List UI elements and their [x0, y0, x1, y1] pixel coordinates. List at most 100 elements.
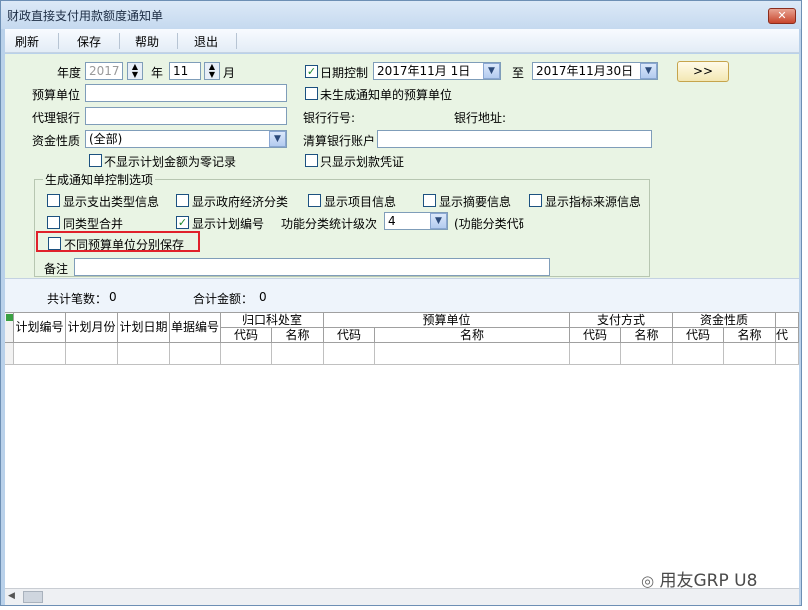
toolbar-separator — [58, 33, 59, 49]
count-label: 共计笔数： — [47, 292, 108, 306]
highlight-box — [36, 231, 200, 252]
table-cell[interactable] — [673, 343, 724, 365]
merge-same-type-label: 同类型合并 — [63, 217, 124, 231]
chevron-down-icon[interactable]: ▼ — [430, 213, 447, 229]
chevron-down-icon[interactable]: ▼ — [640, 63, 657, 79]
col-group-budget-unit[interactable]: 预算单位 — [324, 313, 570, 328]
agent-bank-input[interactable] — [85, 107, 287, 125]
year-input[interactable]: 2017 — [85, 62, 123, 80]
summary-bar: 共计笔数： 0 合计金额： 0 — [5, 278, 799, 312]
toolbar-separator — [119, 33, 120, 49]
total-value: 0 — [259, 290, 267, 304]
wechat-icon: ◎ — [641, 572, 655, 590]
show-gov-econ-checkbox[interactable] — [176, 194, 189, 207]
clearing-account-input[interactable] — [377, 130, 652, 148]
show-indicator-source-checkbox[interactable] — [529, 194, 542, 207]
scroll-left-icon[interactable]: ◀ — [8, 591, 15, 601]
only-transfer-label: 只显示划款凭证 — [320, 155, 405, 169]
table-cell[interactable] — [14, 343, 66, 365]
show-plan-no-label: 显示计划编号 — [192, 217, 265, 231]
help-button[interactable]: 帮助 — [135, 33, 159, 50]
scroll-thumb[interactable] — [23, 591, 43, 603]
refresh-button[interactable]: 刷新 — [15, 33, 39, 50]
func-code-label: (功能分类代码 — [454, 217, 524, 231]
budget-unit-label: 预算单位 — [32, 88, 81, 102]
data-grid: 计划编号 计划月份 计划日期 单据编号 归口科处室 预算单位 支付方式 资金性质… — [5, 312, 799, 588]
window: 财政直接支付用款额度通知单 ✕ 刷新 保存 帮助 退出 年度 2017 ▲ ▼ 年… — [0, 0, 802, 606]
date-control-label: 日期控制 — [320, 66, 369, 80]
options-group-title: 生成通知单控制选项 — [43, 171, 156, 188]
hide-zero-label: 不显示计划金额为零记录 — [104, 155, 237, 169]
table-cell[interactable] — [375, 343, 570, 365]
bank-address-label: 银行地址: — [454, 111, 507, 125]
show-summary-label: 显示摘要信息 — [439, 195, 512, 209]
col-plan-date[interactable]: 计划日期 — [118, 313, 170, 343]
table-cell[interactable] — [221, 343, 272, 365]
show-indicator-source-label: 显示指标来源信息 — [545, 195, 640, 209]
merge-same-type-checkbox[interactable] — [47, 216, 60, 229]
col-group-dept[interactable]: 归口科处室 — [221, 313, 324, 328]
clearing-account-label: 清算银行账户 — [303, 134, 376, 148]
table-cell[interactable] — [170, 343, 221, 365]
show-summary-checkbox[interactable] — [423, 194, 436, 207]
show-gov-econ-label: 显示政府经济分类 — [192, 195, 289, 209]
budget-unit-input[interactable] — [85, 84, 287, 102]
show-project-checkbox[interactable] — [308, 194, 321, 207]
chevron-down-icon[interactable]: ▼ — [483, 63, 500, 79]
query-go-button[interactable]: >> — [677, 61, 729, 82]
table-cell[interactable] — [272, 343, 324, 365]
table-cell[interactable] — [66, 343, 118, 365]
col-unit-code[interactable]: 代码 — [324, 328, 375, 343]
month-spinner[interactable]: ▲ ▼ — [204, 62, 220, 80]
watermark: ◎ 用友GRP U8 — [641, 566, 757, 591]
save-button[interactable]: 保存 — [77, 33, 101, 50]
table-cell[interactable] — [724, 343, 776, 365]
col-unit-name[interactable]: 名称 — [375, 328, 570, 343]
close-button[interactable]: ✕ — [768, 8, 796, 24]
month-input[interactable]: 11 — [169, 62, 201, 80]
agent-bank-label: 代理银行 — [32, 111, 81, 125]
col-group-payment-method[interactable]: 支付方式 — [570, 313, 673, 328]
exit-button[interactable]: 退出 — [194, 33, 218, 50]
count-value: 0 — [109, 290, 117, 304]
title-bar: 财政直接支付用款额度通知单 ✕ — [1, 1, 801, 29]
fund-nature-label: 资金性质 — [32, 134, 81, 148]
date-control-checkbox[interactable]: ✓ — [305, 65, 318, 78]
show-project-label: 显示项目信息 — [324, 195, 397, 209]
col-overflow[interactable]: 代 — [776, 328, 799, 343]
table-cell[interactable] — [324, 343, 375, 365]
col-doc-no[interactable]: 单据编号 — [170, 313, 221, 343]
table-cell[interactable] — [118, 343, 170, 365]
not-generated-label: 未生成通知单的预算单位 — [320, 88, 453, 102]
date-from-picker[interactable]: 2017年11月 1日 — [373, 62, 501, 80]
toolbar-separator — [236, 33, 237, 49]
year-spinner[interactable]: ▲ ▼ — [127, 62, 143, 80]
show-expense-type-label: 显示支出类型信息 — [63, 195, 160, 209]
year-label: 年度 — [57, 66, 82, 80]
month-label: 年 — [151, 66, 164, 80]
col-plan-month[interactable]: 计划月份 — [66, 313, 118, 343]
watermark-text: 用友GRP U8 — [659, 571, 758, 591]
col-plan-no[interactable]: 计划编号 — [14, 313, 66, 343]
to-label: 至 — [512, 66, 525, 80]
table-cell[interactable] — [776, 343, 799, 365]
hide-zero-checkbox[interactable] — [89, 154, 102, 167]
show-plan-no-checkbox[interactable]: ✓ — [176, 216, 189, 229]
col-pay-code[interactable]: 代码 — [570, 328, 621, 343]
chevron-down-icon[interactable]: ▼ — [269, 131, 286, 147]
col-fund-name[interactable]: 名称 — [724, 328, 776, 343]
toolbar-separator — [177, 33, 178, 49]
col-group-fund-nature[interactable]: 资金性质 — [673, 313, 776, 328]
only-transfer-checkbox[interactable] — [305, 154, 318, 167]
col-dept-code[interactable]: 代码 — [221, 328, 272, 343]
not-generated-checkbox[interactable] — [305, 87, 318, 100]
remark-input[interactable] — [74, 258, 550, 276]
total-label: 合计金额： — [193, 292, 254, 306]
show-expense-type-checkbox[interactable] — [47, 194, 60, 207]
col-fund-code[interactable]: 代码 — [673, 328, 724, 343]
table-cell[interactable] — [570, 343, 621, 365]
col-pay-name[interactable]: 名称 — [621, 328, 673, 343]
table-cell[interactable] — [621, 343, 673, 365]
col-dept-name[interactable]: 名称 — [272, 328, 324, 343]
fund-nature-select[interactable]: (全部) — [85, 130, 287, 148]
